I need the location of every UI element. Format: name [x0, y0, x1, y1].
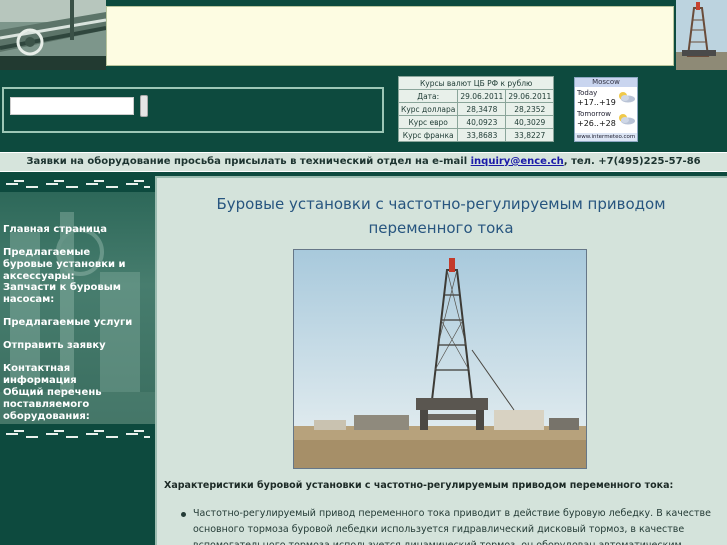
- nav-link-home[interactable]: Главная страница: [3, 224, 143, 236]
- table-cell: Курс франка: [397, 128, 459, 142]
- partly-cloudy-icon: [619, 114, 635, 125]
- drilling-rig-photo: [293, 249, 587, 469]
- notice-text: Заявки на оборудование просьба присылать…: [26, 156, 471, 167]
- weather-today-temp: +17..+19: [577, 98, 616, 107]
- table-cell: Курс евро: [397, 115, 459, 129]
- notice-phone: , тел. +7(495)225-57-86: [563, 156, 701, 167]
- notice-bar: Заявки на оборудование просьба присылать…: [0, 152, 727, 172]
- table-caption: Курсы валют ЦБ РФ к рублю: [397, 76, 555, 90]
- divider-bottom: [6, 430, 150, 438]
- weather-today-label: Today: [577, 89, 598, 97]
- weather-city: Moscow: [575, 78, 637, 87]
- table-cell: 33,8227: [505, 128, 555, 142]
- search-box: [2, 87, 384, 133]
- table-cell: 29.06.2011: [457, 89, 507, 103]
- search-input[interactable]: [10, 97, 134, 115]
- nav-link-pump-parts[interactable]: Запчасти к буровым насосам:: [3, 282, 143, 306]
- weather-tomorrow-temp: +26..+28: [577, 119, 616, 128]
- nav-link-services[interactable]: Предлагаемые услуги: [3, 317, 143, 329]
- drilling-rig-banner-image: [676, 0, 727, 70]
- sidebar-nav: Главная страница Предлагаемые буровые ус…: [0, 192, 155, 424]
- nav-link-drilling-rigs[interactable]: Предлагаемые буровые установки и аксессу…: [3, 247, 143, 283]
- table-header-row: Дата: 29.06.2011 29.06.2011: [397, 89, 555, 103]
- search-button[interactable]: [140, 95, 148, 117]
- section-heading: Характеристики буровой установки с часто…: [164, 480, 674, 491]
- currency-rates-table: Курсы валют ЦБ РФ к рублю Дата: 29.06.20…: [397, 76, 555, 142]
- table-cell: 33,8683: [457, 128, 507, 142]
- divider-top: [6, 180, 150, 188]
- bullet-icon: [181, 512, 186, 517]
- table-row: Курс франка 33,8683 33,8227: [397, 128, 555, 142]
- toolbar-band: Курсы валют ЦБ РФ к рублю Дата: 29.06.20…: [0, 74, 727, 150]
- table-caption-row: Курсы валют ЦБ РФ к рублю: [397, 76, 555, 90]
- email-link[interactable]: inquiry@ence.ch: [471, 156, 564, 167]
- table-cell: Дата:: [397, 89, 459, 103]
- page-title: Буровые установки с частотно-регулируемы…: [216, 195, 666, 237]
- feature-description: Частотно-регулируемый привод переменного…: [193, 508, 711, 545]
- nav-link-send-request[interactable]: Отправить заявку: [3, 340, 143, 352]
- table-cell: 40,0923: [457, 115, 507, 129]
- table-cell: 40,3029: [505, 115, 555, 129]
- table-cell: 28,2352: [505, 102, 555, 116]
- sidebar: Главная страница Предлагаемые буровые ус…: [0, 176, 155, 545]
- nav-link-contacts[interactable]: Контактная информация: [3, 363, 143, 387]
- banner-panel: [106, 6, 674, 66]
- table-cell: 29.06.2011: [505, 89, 555, 103]
- header-banner: [0, 0, 727, 70]
- partly-cloudy-icon: [619, 92, 635, 103]
- pipeline-banner-image: [0, 0, 106, 70]
- weather-tomorrow-label: Tomorrow: [577, 110, 611, 118]
- weather-widget[interactable]: Moscow Today +17..+19 Tomorrow +26..+28 …: [574, 77, 638, 142]
- table-cell: 28,3478: [457, 102, 507, 116]
- weather-credit-link[interactable]: www.intermeteo.com: [575, 133, 637, 141]
- nav-link-equipment-list[interactable]: Общий перечень поставляемого оборудовани…: [3, 387, 143, 423]
- main-content: Буровые установки с частотно-регулируемы…: [155, 176, 727, 545]
- table-cell: Курс доллара: [397, 102, 459, 116]
- table-row: Курс евро 40,0923 40,3029: [397, 115, 555, 129]
- table-row: Курс доллара 28,3478 28,2352: [397, 102, 555, 116]
